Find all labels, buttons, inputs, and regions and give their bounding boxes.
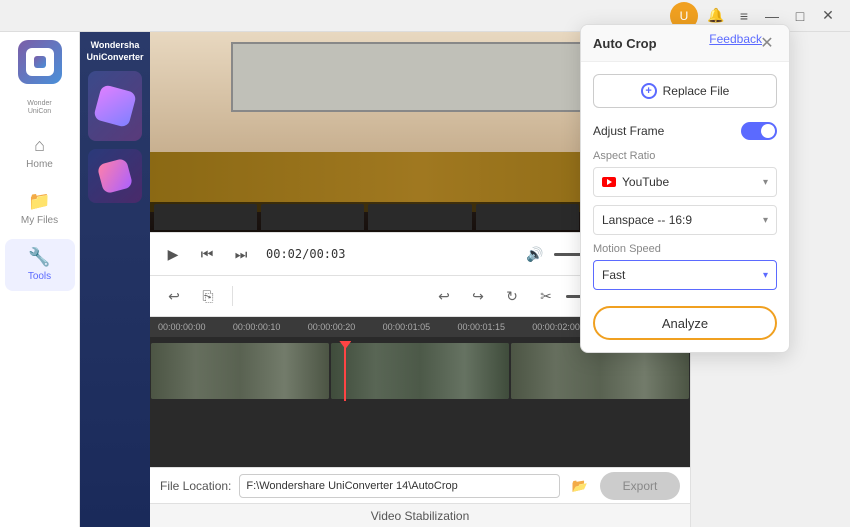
motion-speed-dropdown[interactable]: Fast ▾ [593, 260, 777, 290]
adjust-frame-label: Adjust Frame [593, 124, 664, 138]
aspect-ratio-section-label: Aspect Ratio [593, 150, 777, 162]
motion-speed-section-label: Motion Speed [593, 243, 777, 255]
dialog-close-button[interactable]: ✕ [757, 33, 777, 53]
promo-icon2 [88, 149, 142, 203]
adjust-frame-toggle[interactable] [741, 122, 777, 140]
tools-icon: 🔧 [28, 247, 50, 268]
home-label: Home [26, 159, 53, 170]
tools-label: Tools [28, 271, 51, 282]
chair-2 [261, 204, 364, 230]
copy-button[interactable]: ⎘ [194, 282, 222, 310]
chair-4 [476, 204, 579, 230]
replace-file-button[interactable]: + Replace File [593, 74, 777, 108]
replace-file-label: Replace File [663, 84, 730, 98]
auto-crop-dialog: Auto Crop ✕ + Replace File Adjust Frame [580, 24, 790, 353]
motion-speed-value: Fast [602, 268, 625, 282]
export-button[interactable]: Export [600, 472, 680, 500]
logo-dot [34, 56, 46, 68]
aspect-ratio-dropdown[interactable]: YouTube ▾ [593, 167, 777, 197]
clip-1 [151, 343, 329, 399]
bottom-label-text: Video Stabilization [371, 509, 470, 523]
file-location-input[interactable] [239, 474, 560, 498]
promo-icon-area [88, 71, 142, 141]
tool-separator-1 [232, 286, 233, 306]
clip-2-thumb [331, 343, 509, 399]
dialog-title: Auto Crop [593, 36, 657, 51]
aspect-ratio-sub-value: Lanspace -- 16:9 [602, 213, 692, 227]
myfiles-label: My Files [21, 215, 58, 226]
undo-button[interactable]: ↩ [160, 282, 188, 310]
promo-logo: Wondersha UniConverter [86, 40, 143, 63]
dialog-header: Auto Crop ✕ [581, 25, 789, 62]
prev-frame-button[interactable]: ⏮ [194, 241, 220, 267]
ruler-mark-3: 00:00:01:05 [383, 322, 458, 332]
app-window: U 🔔 ≡ — □ ✕ Wonder UniCon ⌂ Home 📁 [0, 0, 850, 527]
ruler-mark-4: 00:00:01:15 [457, 322, 532, 332]
bottom-label-bar: Video Stabilization [150, 503, 690, 527]
sidebar-item-tools[interactable]: 🔧 Tools [5, 239, 75, 291]
aspect-ratio-sub-chevron: ▾ [763, 215, 768, 226]
refresh-button[interactable]: ↻ [498, 282, 526, 310]
toggle-knob [761, 124, 775, 138]
youtube-icon [602, 177, 616, 187]
clip-2 [331, 343, 509, 399]
video-board [231, 42, 609, 112]
bottom-bar: File Location: 📂 Export [150, 467, 690, 503]
playhead[interactable] [344, 341, 346, 401]
aspect-ratio-sub-dropdown[interactable]: Lanspace -- 16:9 ▾ [593, 205, 777, 235]
adjust-frame-row: Adjust Frame [593, 122, 777, 140]
undo2-button[interactable]: ↩ [430, 282, 458, 310]
close-button[interactable]: ✕ [814, 2, 842, 30]
youtube-option: YouTube [602, 175, 669, 189]
promo-icon-shape [93, 84, 137, 128]
youtube-play-icon [607, 179, 612, 185]
cut-button[interactable]: ✂ [532, 282, 560, 310]
ruler-mark-0: 00:00:00:00 [158, 322, 233, 332]
ruler-mark-1: 00:00:00:10 [233, 322, 308, 332]
next-frame-button[interactable]: ⏭ [228, 241, 254, 267]
volume-icon[interactable]: 🔊 [522, 241, 548, 267]
dialog-content: + Replace File Adjust Frame Aspect Ratio [581, 62, 789, 352]
aspect-ratio-value: YouTube [622, 175, 669, 189]
app-name: Wonder UniCon [27, 100, 51, 117]
chair-1 [154, 204, 257, 230]
promo-icon2-shape [97, 158, 134, 195]
ruler-mark-2: 00:00:00:20 [308, 322, 383, 332]
file-location-label: File Location: [160, 479, 231, 493]
sidebar-item-myfiles[interactable]: 📁 My Files [5, 183, 75, 235]
home-icon: ⌂ [34, 135, 45, 156]
sidebar-item-home[interactable]: ⌂ Home [5, 127, 75, 179]
app-logo [18, 40, 62, 84]
play-button[interactable]: ▶ [160, 241, 186, 267]
maximize-button[interactable]: □ [786, 2, 814, 30]
time-display: 00:02/00:03 [266, 247, 345, 261]
analyze-button[interactable]: Analyze [593, 306, 777, 340]
folder-button[interactable]: 📂 [568, 474, 592, 498]
logo-inner [26, 48, 54, 76]
redo-button[interactable]: ↪ [464, 282, 492, 310]
myfiles-icon: 📁 [28, 191, 50, 212]
promo-sidebar: Wondersha UniConverter [80, 32, 150, 527]
aspect-ratio-chevron: ▾ [763, 177, 768, 188]
clip-1-thumb [151, 343, 329, 399]
motion-speed-chevron: ▾ [763, 270, 768, 281]
chair-3 [368, 204, 471, 230]
sidebar: Wonder UniCon ⌂ Home 📁 My Files 🔧 Tools [0, 32, 80, 527]
replace-file-icon: + [641, 83, 657, 99]
